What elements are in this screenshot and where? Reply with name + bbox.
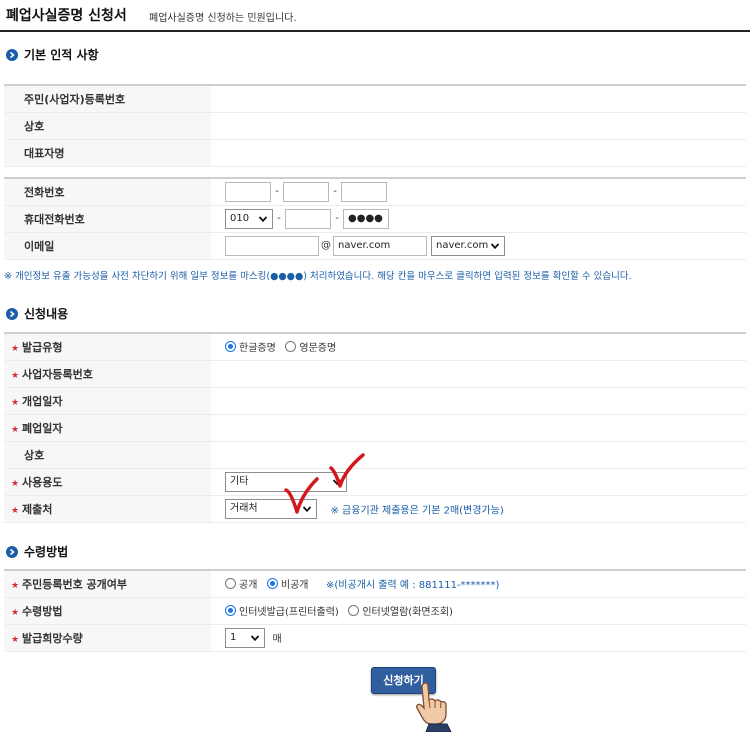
required-mark: ★ <box>11 397 20 408</box>
page-description: 폐업사실증명 신청하는 민원입니다. <box>149 13 297 24</box>
required-mark: ★ <box>11 424 20 435</box>
disclose-radio-public[interactable] <box>225 578 236 590</box>
table-row: ★ 제출처 거래처 ※ 금융기관 제출용은 기본 2매(변경가능) <box>4 495 746 523</box>
required-mark: ★ <box>11 634 20 645</box>
table-row: ★ 폐업일자 <box>4 414 746 442</box>
company-value <box>211 112 746 140</box>
table-row: 전화번호 -- <box>4 178 746 206</box>
disclose-label: ★ 주민등록번호 공개여부 <box>4 570 211 598</box>
required-mark: ★ <box>11 505 20 516</box>
phone-input-3[interactable] <box>341 181 387 202</box>
table-row: 대표자명 <box>4 139 746 167</box>
request-company-label: 상호 <box>4 441 211 469</box>
arrow-circle-icon <box>6 545 18 558</box>
check-mark-icon <box>284 477 319 514</box>
copies-label: ★ 발급희망수량 <box>4 624 211 652</box>
phone-input-1[interactable] <box>225 181 271 202</box>
section-title-request: 신청내용 <box>6 305 68 322</box>
phone-input-2[interactable] <box>283 181 329 202</box>
table-row: ★ 수령방법 인터넷발급(프린터출력) 인터넷열람(화면조회) <box>4 597 746 625</box>
table-row: ★ 주민등록번호 공개여부 공개 비공개 ※(비공개시 출력 예 : 881111… <box>4 570 746 598</box>
receipt-table: ★ 주민등록번호 공개여부 공개 비공개 ※(비공개시 출력 예 : 881111… <box>4 569 746 652</box>
method-radio-print[interactable] <box>225 605 236 616</box>
required-mark: ★ <box>11 478 20 489</box>
method-radio-view[interactable] <box>348 605 360 616</box>
table-row: ★ 사업자등록번호 <box>4 360 746 388</box>
ceo-value <box>211 139 746 167</box>
submit-to-note: ※ 금융기관 제출용은 기본 2매(변경가능) <box>330 505 504 516</box>
required-mark: ★ <box>11 343 20 354</box>
reg-no-value <box>211 85 746 113</box>
email-label: 이메일 <box>4 232 211 260</box>
pointing-hand-icon <box>416 682 452 732</box>
chevron-down-icon <box>250 634 260 641</box>
page-header: 폐업사실증명 신청서 폐업사실증명 신청하는 민원입니다. <box>0 0 750 32</box>
phone-label: 전화번호 <box>4 178 211 206</box>
arrow-circle-icon <box>6 48 18 61</box>
reg-no-label: 주민(사업자)등록번호 <box>4 85 211 113</box>
purpose-label: ★ 사용용도 <box>4 468 211 496</box>
contact-table: 전화번호 -- 휴대전화번호 010- - ●●●● 이메일 @ naver.com n… <box>4 177 746 260</box>
mobile-input-middle[interactable] <box>285 208 331 229</box>
company-label: 상호 <box>4 112 211 140</box>
table-row: 이메일 @ naver.com naver.com <box>4 232 746 260</box>
section-title-basic: 기본 인적 사항 <box>6 46 99 63</box>
required-mark: ★ <box>11 607 20 618</box>
table-row: 상호 <box>4 441 746 469</box>
page-title: 폐업사실증명 신청서 <box>6 8 127 24</box>
check-mark-icon <box>329 453 365 488</box>
table-row: ★ 사용용도 기타 <box>4 468 746 496</box>
table-row: ★ 개업일자 <box>4 387 746 415</box>
table-row: ★ 발급희망수량 1 매 <box>4 624 746 652</box>
disclose-note: ※(비공개시 출력 예 : 881111-*******) <box>326 580 500 592</box>
open-date-label: ★ 개업일자 <box>4 387 211 415</box>
issue-type-label: ★ 발급유형 <box>4 333 211 361</box>
chevron-down-icon <box>258 215 268 222</box>
biz-no-label: ★ 사업자등록번호 <box>4 360 211 388</box>
ceo-label: 대표자명 <box>4 139 211 167</box>
chevron-down-icon <box>490 242 500 249</box>
table-row: 주민(사업자)등록번호 <box>4 85 746 113</box>
submit-to-label: ★ 제출처 <box>4 495 211 523</box>
basic-info-table: 주민(사업자)등록번호 상호 대표자명 <box>4 84 746 167</box>
section-title-receipt: 수령방법 <box>6 543 68 560</box>
request-table: ★ 발급유형 한글증명 영문증명 ★ 사업자등록번호 ★ 개업일자 ★ 폐업일자 상호 … <box>4 332 746 523</box>
close-date-label: ★ 폐업일자 <box>4 414 211 442</box>
mobile-prefix-select[interactable]: 010 <box>225 208 273 229</box>
issue-type-radio-korean[interactable] <box>225 341 236 353</box>
required-mark: ★ <box>11 580 20 591</box>
table-row: ★ 발급유형 한글증명 영문증명 <box>4 333 746 361</box>
method-label: ★ 수령방법 <box>4 597 211 625</box>
email-domain-select[interactable]: naver.com <box>431 235 505 256</box>
email-domain-input[interactable]: naver.com <box>333 235 427 256</box>
table-row: 휴대전화번호 010- - ●●●● <box>4 205 746 233</box>
mobile-label: 휴대전화번호 <box>4 205 211 233</box>
disclose-radio-private[interactable] <box>266 578 278 590</box>
copies-select[interactable]: 1 <box>225 627 265 648</box>
copies-unit: 매 <box>272 634 282 645</box>
privacy-note: ※ 개인정보 유출 가능성을 사전 차단하기 위해 일부 정보를 마스킹(●●●… <box>4 271 632 282</box>
issue-type-radio-english[interactable] <box>285 341 297 353</box>
email-local-input[interactable] <box>225 235 319 256</box>
table-row: 상호 <box>4 112 746 140</box>
required-mark: ★ <box>11 370 20 381</box>
mobile-input-last[interactable]: ●●●● <box>343 208 389 229</box>
arrow-circle-icon <box>6 307 18 320</box>
